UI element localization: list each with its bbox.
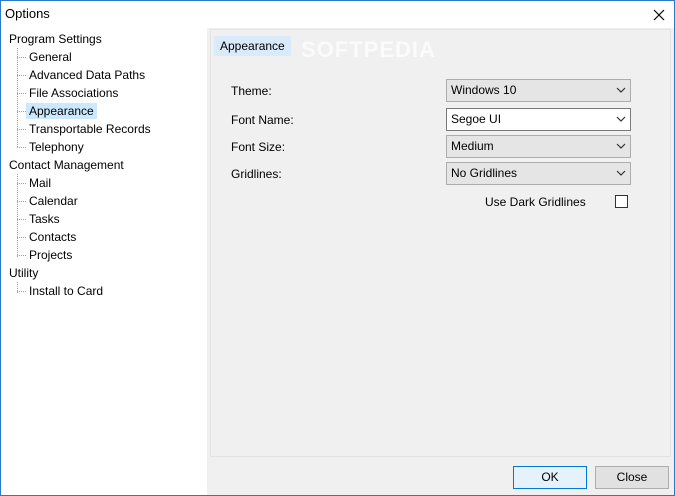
tree-item-telephony[interactable]: Telephony: [29, 138, 84, 156]
tree-item-file-associations[interactable]: File Associations: [29, 84, 118, 102]
tree-item-calendar[interactable]: Calendar: [29, 192, 78, 210]
watermark-logo: SOFTPEDIA: [301, 37, 436, 62]
font-size-dropdown[interactable]: Medium: [446, 135, 631, 158]
font-name-combobox[interactable]: Segoe UI: [446, 108, 631, 131]
font-name-label: Font Name:: [231, 113, 294, 127]
panel-heading: Appearance: [214, 36, 291, 56]
dark-gridlines-checkbox[interactable]: [615, 195, 628, 208]
close-button[interactable]: Close: [595, 466, 669, 489]
theme-label: Theme:: [231, 84, 272, 98]
tree-connector: [17, 48, 18, 147]
tree-group-contact-management[interactable]: Contact Management: [9, 156, 124, 174]
title-bar: Options: [1, 1, 674, 28]
tree-group-program-settings[interactable]: Program Settings: [9, 30, 102, 48]
chevron-down-icon: [616, 87, 626, 93]
tree-item-mail[interactable]: Mail: [29, 174, 51, 192]
options-window: Options Program Settings General Advance…: [0, 0, 675, 496]
dark-gridlines-label: Use Dark Gridlines: [485, 195, 586, 209]
close-window-button[interactable]: [644, 1, 674, 28]
tree-item-install-to-card[interactable]: Install to Card: [29, 282, 103, 300]
chevron-down-icon: [616, 143, 626, 149]
chevron-down-icon: [616, 116, 626, 122]
gridlines-value: No Gridlines: [451, 166, 518, 180]
font-size-label: Font Size:: [231, 140, 286, 154]
ok-button[interactable]: OK: [513, 466, 587, 489]
font-name-value: Segoe UI: [451, 112, 502, 126]
tree-item-general[interactable]: General: [29, 48, 72, 66]
close-icon: [653, 9, 665, 20]
theme-dropdown[interactable]: Windows 10: [446, 79, 631, 102]
tree-item-tasks[interactable]: Tasks: [29, 210, 60, 228]
tree-item-advanced-data-paths[interactable]: Advanced Data Paths: [29, 66, 145, 84]
settings-tree[interactable]: Program Settings General Advanced Data P…: [1, 28, 207, 495]
tree-item-projects[interactable]: Projects: [29, 246, 72, 264]
gridlines-label: Gridlines:: [231, 167, 282, 181]
gridlines-dropdown[interactable]: No Gridlines: [446, 162, 631, 185]
tree-item-transportable-records[interactable]: Transportable Records: [29, 120, 151, 138]
chevron-down-icon: [616, 170, 626, 176]
window-title: Options: [5, 6, 50, 21]
font-size-value: Medium: [451, 139, 494, 153]
tree-item-appearance[interactable]: Appearance: [26, 102, 97, 120]
theme-value: Windows 10: [451, 83, 517, 97]
tree-item-contacts[interactable]: Contacts: [29, 228, 76, 246]
tree-group-utility[interactable]: Utility: [9, 264, 38, 282]
